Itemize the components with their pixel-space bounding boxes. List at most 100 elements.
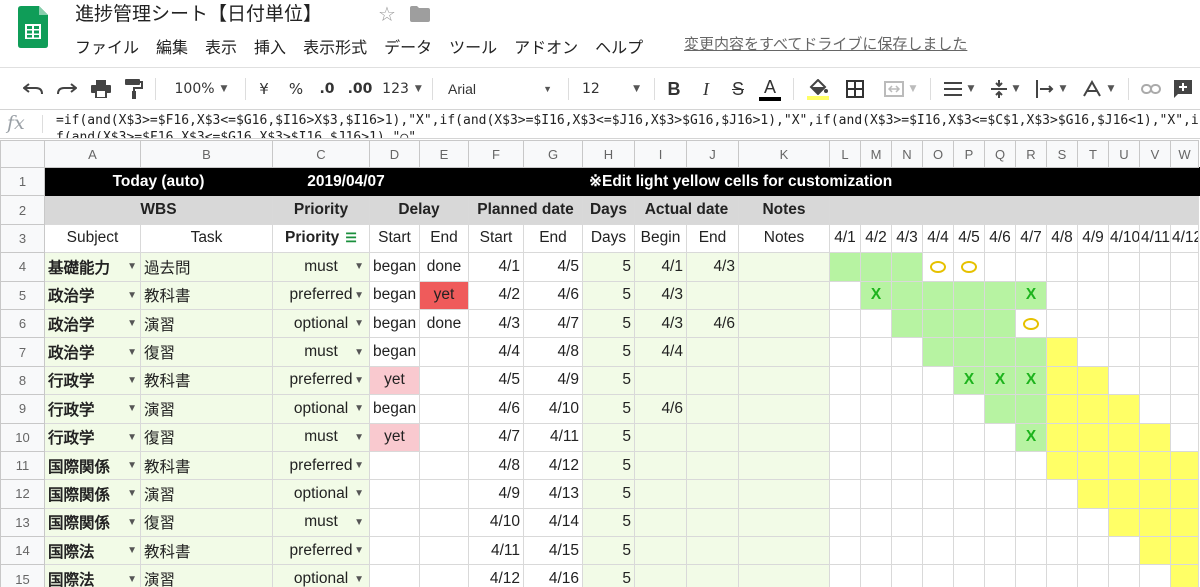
- gantt-cell[interactable]: [1015, 394, 1047, 424]
- gantt-cell[interactable]: [891, 507, 923, 538]
- subject-cell[interactable]: 行政学 ▼: [44, 422, 141, 452]
- gantt-cell[interactable]: [922, 479, 954, 509]
- column-header[interactable]: K: [738, 140, 830, 168]
- gantt-cell[interactable]: [1077, 479, 1109, 509]
- gantt-cell[interactable]: [922, 280, 954, 310]
- notes-subheader-cell[interactable]: Notes: [738, 223, 830, 254]
- gantt-cell[interactable]: [829, 337, 861, 367]
- gantt-cell[interactable]: [1139, 308, 1171, 339]
- delay-start-cell[interactable]: began: [369, 337, 420, 367]
- row-header[interactable]: 12: [0, 479, 45, 509]
- redo-icon[interactable]: [52, 68, 82, 110]
- dropdown-arrow-icon[interactable]: ▼: [127, 375, 137, 386]
- delay-start-cell[interactable]: began: [369, 280, 420, 310]
- gantt-cell[interactable]: [860, 394, 892, 424]
- actual-begin-header-cell[interactable]: Begin: [634, 223, 687, 254]
- subject-cell[interactable]: 政治学 ▼: [44, 337, 141, 367]
- gantt-cell[interactable]: X: [1015, 280, 1047, 310]
- gantt-cell[interactable]: [984, 450, 1016, 481]
- row-header[interactable]: 3: [0, 223, 45, 254]
- row-header[interactable]: 8: [0, 365, 45, 396]
- fill-color-icon[interactable]: [802, 68, 834, 110]
- subject-cell[interactable]: 基礎能力 ▼: [44, 252, 141, 282]
- percent-button[interactable]: %: [284, 68, 308, 110]
- delay-end-cell[interactable]: [419, 479, 469, 509]
- gantt-cell[interactable]: [1139, 536, 1171, 566]
- priority-cell[interactable]: optional ▼: [272, 394, 370, 424]
- gantt-cell[interactable]: [891, 365, 923, 396]
- gantt-cell[interactable]: [953, 394, 985, 424]
- days-cell[interactable]: 5: [582, 450, 635, 481]
- days-cell[interactable]: 5: [582, 479, 635, 509]
- actual-begin-cell[interactable]: 4/6: [634, 394, 687, 424]
- font-size-select[interactable]: 12 ▼: [576, 68, 646, 110]
- days-cell[interactable]: 5: [582, 394, 635, 424]
- row-header[interactable]: 10: [0, 422, 45, 452]
- folder-icon[interactable]: [410, 6, 430, 22]
- italic-button[interactable]: I: [692, 68, 720, 110]
- date-header-cell[interactable]: 4/6: [984, 223, 1016, 254]
- notes-cell[interactable]: [738, 365, 830, 396]
- gantt-cell[interactable]: [829, 450, 861, 481]
- bold-button[interactable]: B: [660, 68, 688, 110]
- delay-end-header-cell[interactable]: End: [419, 223, 469, 254]
- planned-end-cell[interactable]: 4/16: [523, 564, 583, 587]
- gantt-cell[interactable]: X: [1015, 422, 1047, 452]
- planned-start-cell[interactable]: 4/6: [468, 394, 524, 424]
- days-cell[interactable]: 5: [582, 252, 635, 282]
- gantt-cell[interactable]: [829, 365, 861, 396]
- column-header[interactable]: N: [891, 140, 923, 168]
- days-cell[interactable]: 5: [582, 280, 635, 310]
- column-header[interactable]: W: [1170, 140, 1199, 168]
- actual-begin-cell[interactable]: [634, 536, 687, 566]
- font-family-select[interactable]: Arial ▼: [442, 68, 558, 110]
- planned-start-cell[interactable]: 4/4: [468, 337, 524, 367]
- column-header[interactable]: G: [523, 140, 583, 168]
- gantt-cell[interactable]: [891, 394, 923, 424]
- gantt-cell[interactable]: [953, 450, 985, 481]
- gantt-cell[interactable]: [860, 507, 892, 538]
- gantt-cell[interactable]: [829, 280, 861, 310]
- menu-file[interactable]: ファイル: [75, 37, 139, 59]
- gantt-cell[interactable]: [953, 564, 985, 587]
- priority-cell[interactable]: must ▼: [272, 252, 370, 282]
- gantt-cell[interactable]: [1046, 337, 1078, 367]
- planned-start-cell[interactable]: 4/7: [468, 422, 524, 452]
- days-subheader-cell[interactable]: Days: [582, 223, 635, 254]
- planned-start-cell[interactable]: 4/2: [468, 280, 524, 310]
- task-cell[interactable]: 演習: [140, 479, 273, 509]
- delay-end-cell[interactable]: [419, 507, 469, 538]
- delay-end-cell[interactable]: [419, 337, 469, 367]
- delay-header-cell[interactable]: Delay: [369, 195, 469, 225]
- task-cell[interactable]: 復習: [140, 507, 273, 538]
- dropdown-arrow-icon[interactable]: ▼: [354, 403, 364, 414]
- date-header-cell[interactable]: 4/12: [1170, 223, 1199, 254]
- star-icon[interactable]: ☆: [378, 2, 396, 26]
- gantt-cell[interactable]: [860, 479, 892, 509]
- gantt-cell[interactable]: [1139, 450, 1171, 481]
- gantt-cell[interactable]: [1108, 280, 1140, 310]
- actual-end-cell[interactable]: [686, 479, 739, 509]
- actual-end-cell[interactable]: [686, 450, 739, 481]
- column-header[interactable]: Q: [984, 140, 1016, 168]
- delay-start-cell[interactable]: [369, 536, 420, 566]
- actual-end-cell[interactable]: [686, 394, 739, 424]
- gantt-cell[interactable]: [1015, 536, 1047, 566]
- gantt-cell[interactable]: [922, 422, 954, 452]
- dropdown-arrow-icon[interactable]: ▼: [354, 432, 364, 443]
- row-header[interactable]: 11: [0, 450, 45, 481]
- gantt-cell[interactable]: [1139, 564, 1171, 587]
- date-header-cell[interactable]: 4/4: [922, 223, 954, 254]
- gantt-cell[interactable]: [891, 564, 923, 587]
- menu-view[interactable]: 表示: [205, 37, 237, 59]
- date-header-cell[interactable]: 4/7: [1015, 223, 1047, 254]
- column-header[interactable]: V: [1139, 140, 1171, 168]
- actual-end-cell[interactable]: [686, 365, 739, 396]
- planned-end-cell[interactable]: 4/8: [523, 337, 583, 367]
- actual-begin-cell[interactable]: [634, 365, 687, 396]
- text-wrapping-icon[interactable]: ▼: [1030, 68, 1072, 110]
- planned-end-cell[interactable]: 4/15: [523, 536, 583, 566]
- row-header[interactable]: 9: [0, 394, 45, 424]
- column-header[interactable]: F: [468, 140, 524, 168]
- gantt-cell[interactable]: [1170, 337, 1199, 367]
